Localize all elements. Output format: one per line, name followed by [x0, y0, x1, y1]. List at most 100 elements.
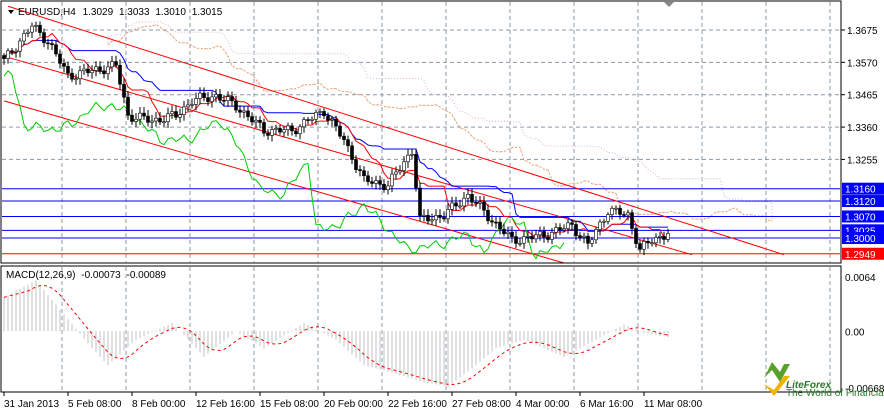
level-price-label: 1.3160 [845, 185, 876, 196]
candle-body [282, 129, 286, 133]
time-axis: 31 Jan 2013 5 Feb 08:00 8 Feb 00:00 12 Feb … [3, 392, 703, 410]
candle-body [2, 55, 6, 59]
candle-body [362, 170, 366, 177]
candle-body [294, 130, 298, 135]
macd-signal-value: -0.00089 [127, 270, 167, 281]
candle-body [18, 40, 22, 52]
candle-body [430, 219, 434, 222]
candle-body [554, 227, 558, 233]
candle-body [514, 236, 518, 244]
candle-body [270, 129, 274, 136]
candle-body [622, 214, 626, 216]
candle-body [50, 43, 54, 46]
candle-body [90, 70, 94, 74]
candle-body [466, 194, 470, 199]
candle-body [138, 112, 142, 120]
candle-body [454, 202, 458, 207]
x-tick-label: 12 Feb 16:00 [196, 399, 255, 410]
candle-body [642, 241, 646, 250]
candle-body [634, 228, 638, 244]
candle-body [334, 119, 338, 127]
candle-body [594, 229, 598, 241]
candle-body [442, 217, 446, 220]
candle-body [406, 154, 410, 163]
x-tick-label: 27 Feb 08:00 [452, 399, 511, 410]
candle-body [610, 208, 614, 215]
candle-body [346, 139, 350, 147]
senkou-span-a [107, 24, 773, 222]
channel-line [3, 55, 693, 256]
macd-tick-label: 0.0064 [845, 273, 876, 284]
x-tick-label: 5 Feb 08:00 [68, 399, 122, 410]
candle-body [130, 114, 134, 122]
candle-body [258, 119, 262, 123]
candle-body [630, 212, 634, 229]
candle-body [306, 119, 310, 121]
x-tick-label: 22 Feb 16:00 [388, 399, 447, 410]
candle-body [210, 96, 214, 102]
candle-body [114, 61, 118, 66]
candle-body [206, 97, 210, 102]
candles [2, 21, 670, 256]
candle-body [490, 220, 494, 223]
candle-body [390, 173, 394, 187]
candle-body [646, 241, 650, 244]
candle-body [82, 68, 86, 72]
candle-body [482, 201, 486, 211]
candle-body [118, 64, 122, 85]
candle-body [46, 42, 50, 45]
candle-body [122, 83, 126, 98]
candle-body [146, 115, 150, 123]
shift-marker-icon[interactable] [664, 2, 674, 7]
x-tick-label: 4 Mar 00:00 [516, 399, 570, 410]
candle-body [314, 112, 318, 120]
candle-body [574, 224, 578, 236]
x-tick-label: 11 Mar 08:00 [644, 399, 703, 410]
candle-body [582, 235, 586, 238]
candle-body [198, 92, 202, 99]
candle-body [586, 235, 590, 244]
symbol-label: EURUSD,H4 [18, 7, 76, 18]
x-tick-label: 6 Mar 16:00 [580, 399, 634, 410]
candle-body [382, 183, 386, 191]
candle-body [378, 180, 382, 185]
candle-body [498, 221, 502, 230]
candle-body [614, 207, 618, 210]
candle-body [22, 33, 26, 42]
candle-body [62, 63, 66, 67]
candle-body [286, 125, 290, 131]
chart-window[interactable]: 1.3675 1.3570 1.3465 1.3360 1.3255 1.3160 1.31… [0, 0, 884, 411]
x-tick-label: 8 Feb 00:00 [132, 399, 186, 410]
candle-body [142, 112, 146, 117]
candle-body [658, 235, 662, 238]
x-tick-label: 31 Jan 2013 [4, 399, 59, 410]
svg-text:MACD(12,26,9) -0.00073: MACD(12,26,9) -0.00073 -0.00089 [6, 270, 166, 281]
candle-body [74, 78, 78, 81]
candle-body [10, 50, 14, 53]
candle-body [598, 221, 602, 230]
dropdown-triangle-icon[interactable] [8, 10, 14, 14]
candle-body [474, 201, 478, 204]
candle-body [226, 96, 230, 101]
y-tick-label: 1.3570 [847, 58, 878, 69]
candle-body [522, 236, 526, 244]
macd-pane [3, 280, 669, 387]
candle-body [478, 201, 482, 204]
candle-body [438, 215, 442, 218]
chart-canvas[interactable]: 1.3675 1.3570 1.3465 1.3360 1.3255 1.31601.31… [0, 0, 884, 411]
y-tick-label: 1.3360 [847, 123, 878, 134]
candle-body [254, 119, 258, 123]
candle-body [462, 197, 466, 207]
y-tick-label: 1.3675 [847, 26, 878, 37]
candle-body [158, 117, 162, 123]
candle-body [510, 231, 514, 237]
macd-pane-frame [0, 265, 842, 393]
candle-body [66, 66, 70, 74]
candle-body [42, 32, 46, 44]
candle-body [358, 169, 362, 171]
candle-body [546, 236, 550, 240]
price-axis: 1.3675 1.3570 1.3465 1.3360 1.3255 1.31601.31… [841, 26, 884, 261]
candle-body [426, 214, 430, 222]
candle-body [666, 233, 670, 240]
candle-body [494, 221, 498, 224]
